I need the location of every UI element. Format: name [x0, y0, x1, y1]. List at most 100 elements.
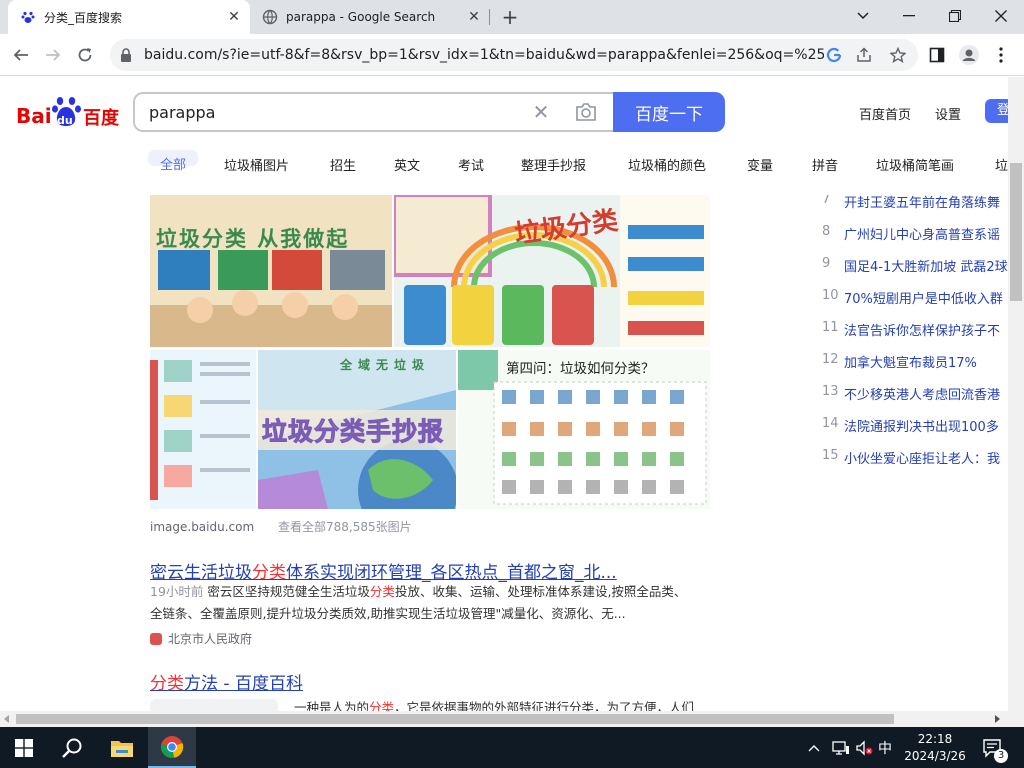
image-tile[interactable]: 垃圾分类 [394, 195, 710, 347]
back-icon[interactable] [6, 40, 36, 70]
hot-rank: 12 [822, 352, 839, 367]
chrome-icon[interactable] [148, 727, 196, 768]
hot-list-item[interactable]: 7 开封王婆五年前在角落练舞 [822, 195, 1000, 211]
bookmark-star-icon[interactable] [888, 45, 908, 65]
image-tile[interactable]: 垃圾分类 从我做起 [150, 195, 392, 347]
address-bar[interactable]: baidu.com/s?ie=utf-8&f=8&rsv_bp=1&rsv_id… [110, 39, 918, 71]
related-tab[interactable]: 拼音 [812, 155, 838, 174]
minimize-icon[interactable] [886, 0, 932, 32]
hot-title: 不少移英港人考虑回流香港 [844, 388, 1001, 403]
hot-list-item[interactable]: 12 加拿大魁宣布裁员17% [822, 352, 977, 371]
forward-icon[interactable] [38, 40, 68, 70]
tab-title: parappa - Google Search [286, 10, 436, 24]
baidu-header: Bai du 百度 ✕ 百度一下 百度首页 设置 登 全部 垃圾桶图片 招生 英… [0, 77, 1024, 195]
clear-icon[interactable]: ✕ [531, 100, 551, 124]
related-tab[interactable]: 整理手抄报 [521, 155, 586, 174]
restore-icon[interactable] [932, 0, 978, 32]
image-grid: 垃圾分类 从我做起 垃圾分类 全域无垃圾 垃圾分类手抄报 第四问：垃圾如何分类？ [150, 195, 710, 509]
side-panel-icon[interactable] [922, 40, 952, 70]
related-tab[interactable]: 垃圾桶图片 [224, 155, 289, 174]
network-icon[interactable] [832, 727, 850, 768]
result-thumbnail[interactable] [150, 699, 278, 711]
volume-muted-icon[interactable] [856, 727, 874, 768]
result-source[interactable]: 北京市人民政府 [150, 630, 252, 647]
image-tile[interactable]: 全域无垃圾 垃圾分类手抄报 [258, 350, 456, 509]
search-input[interactable] [149, 94, 519, 130]
camera-icon[interactable] [575, 102, 597, 122]
abstract-text: 一种是人为的 [294, 700, 370, 711]
image-tile[interactable]: 第四问：垃圾如何分类？ [458, 350, 710, 509]
tab-baidu[interactable]: 分类_百度搜索 ✕ [8, 0, 250, 34]
browser-toolbar: baidu.com/s?ie=utf-8&f=8&rsv_bp=1&rsv_id… [0, 34, 1024, 76]
notification-center-icon[interactable]: 3 [982, 727, 1008, 768]
horizontal-scrollbar[interactable] [0, 711, 1024, 727]
related-tab[interactable]: 垃圾桶简笔画 [876, 155, 954, 174]
hot-title: 开封王婆五年前在角落练舞 [844, 196, 1001, 211]
baidu-logo[interactable]: Bai du 百度 [16, 95, 120, 131]
result-title[interactable]: 密云生活垃圾分类体系实现闭环管理_各区热点_首都之窗_北... [150, 558, 617, 583]
image-tile[interactable] [150, 350, 256, 509]
result-abstract: 一种是人为的分类，它是依据事物的外部特征进行分类，为了方便，人们 [294, 697, 714, 711]
windows-start-icon[interactable] [0, 727, 48, 768]
image-text: 第四问：垃圾如何分类？ [506, 361, 655, 377]
vertical-scrollbar[interactable] [1008, 77, 1024, 711]
hot-list-item[interactable]: 11 法官告诉你怎样保护孩子不 [822, 320, 1000, 339]
related-tab[interactable]: 变量 [747, 155, 773, 174]
ime-indicator[interactable]: 中 [878, 727, 892, 768]
related-tab[interactable]: 垃圾桶的颜色 [628, 155, 706, 174]
abstract-text: ，它是依据事物的外部特征进行分类，为了方便，人们 [394, 700, 695, 711]
vertical-scroll-thumb[interactable] [1010, 163, 1022, 301]
hot-list-item[interactable]: 13 不少移英港人考虑回流香港 [822, 384, 1000, 403]
related-tab[interactable]: 招生 [330, 155, 356, 174]
result-title-text: 密云生活垃圾 [150, 563, 252, 583]
menu-kebab-icon[interactable] [986, 40, 1016, 70]
hot-list-item[interactable]: 15 小伙坐爱心座拒让老人：我 [822, 448, 1000, 467]
tab-google[interactable]: parappa - Google Search ✕ [250, 0, 490, 34]
share-icon[interactable] [854, 45, 874, 65]
image-text: 全域无垃圾 [340, 358, 431, 372]
google-translate-icon[interactable] [824, 45, 844, 65]
notification-count-badge: 3 [994, 749, 1008, 763]
lock-icon[interactable] [120, 47, 134, 63]
abstract-text: 密云区坚持规范健全生活垃圾 [207, 584, 370, 599]
chevron-down-icon[interactable] [840, 0, 886, 32]
tray-chevron-up-icon[interactable] [808, 727, 820, 768]
logo-text: du [57, 114, 73, 127]
hot-title: 70%短剧用户是中低收入群 [844, 292, 1003, 307]
related-tab[interactable]: 考试 [458, 155, 484, 174]
reload-icon[interactable] [70, 40, 100, 70]
related-tab[interactable]: 英文 [394, 155, 420, 174]
baidu-home-link[interactable]: 百度首页 [859, 104, 911, 123]
image-source[interactable]: image.baidu.com [150, 520, 254, 534]
settings-link[interactable]: 设置 [935, 104, 961, 123]
gov-emblem-icon [150, 633, 162, 645]
search-icon[interactable] [48, 727, 96, 768]
system-clock[interactable]: 22:18 2024/3/26 [897, 731, 973, 765]
hot-title: 法院通报判决书出现100多 [844, 420, 999, 435]
close-window-icon[interactable] [978, 0, 1024, 32]
hot-title: 加拿大魁宣布裁员17% [844, 356, 977, 371]
scroll-left-icon[interactable] [4, 715, 9, 723]
related-tab[interactable]: 垃 [995, 155, 1008, 174]
windows-taskbar: 中 22:18 2024/3/26 3 [0, 727, 1024, 768]
tab-all[interactable]: 全部 [148, 150, 199, 173]
search-button[interactable]: 百度一下 [613, 92, 725, 132]
hot-rank: 8 [822, 224, 831, 239]
hot-list-item[interactable]: 14 法院通报判决书出现100多 [822, 416, 999, 435]
result-title[interactable]: 分类方法 - 百度百科 [150, 669, 303, 694]
file-explorer-icon[interactable] [98, 727, 146, 768]
close-tab-icon[interactable]: ✕ [226, 9, 242, 25]
image-text: 垃圾分类 从我做起 [156, 227, 350, 251]
horizontal-scroll-thumb[interactable] [16, 714, 894, 724]
scroll-right-icon[interactable] [995, 715, 1000, 723]
hot-list-item[interactable]: 10 70%短剧用户是中低收入群 [822, 288, 1003, 307]
url-text[interactable]: baidu.com/s?ie=utf-8&f=8&rsv_bp=1&rsv_id… [144, 39, 824, 71]
profile-avatar-icon[interactable] [954, 40, 984, 70]
logo-text: Bai [16, 104, 52, 128]
hot-list-item[interactable]: 8 广州妇儿中心身高普查系谣 [822, 224, 1000, 243]
close-tab-icon[interactable]: ✕ [466, 9, 482, 25]
image-caption: image.baidu.com 查看全部788,585张图片 [150, 518, 412, 535]
view-all-images-link[interactable]: 查看全部788,585张图片 [278, 520, 412, 534]
hot-list-item[interactable]: 9 国足4-1大胜新加坡 武磊2球 [822, 256, 1008, 275]
new-tab-button[interactable]: + [498, 5, 522, 29]
